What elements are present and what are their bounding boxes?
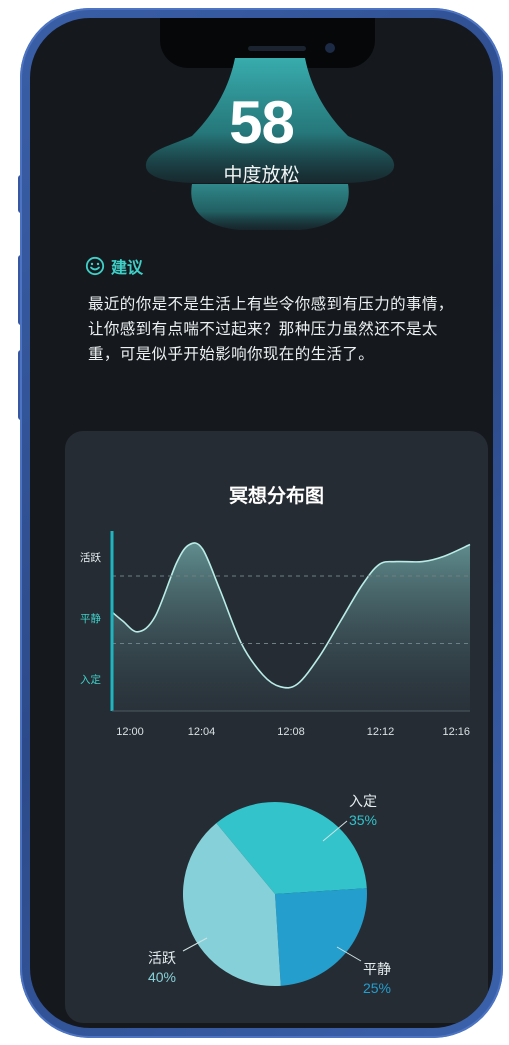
suggestion-title: 建议 <box>111 258 144 277</box>
pie-slice-value: 40% <box>148 969 176 985</box>
y-tick-label: 活跃 <box>80 552 101 564</box>
x-tick-label: 12:04 <box>188 726 216 738</box>
pie-slice-1 <box>275 888 367 986</box>
meditation-area-chart: 活跃平静入定 12:00 12:04 12:08 12:12 12:16 <box>80 531 471 738</box>
suggestion-text: 最近的你是不是生活上有些令你感到有压力的事情，让你感到有点喘不过起来？那种压力虽… <box>88 295 454 363</box>
x-tick-label: 12:12 <box>367 726 395 738</box>
relax-score: 58 <box>229 89 295 156</box>
speaker-grille <box>248 46 306 51</box>
meditation-chart-card: 冥想分布图 活跃 平静 入定 12:00 12:04 12:08 12:12 12:16 入定… <box>65 431 488 1023</box>
meditation-pie-chart: 入定 35% 平静 25% 活跃 40% <box>148 794 391 996</box>
x-tick-label: 12:08 <box>277 726 305 738</box>
pie-slice-value: 25% <box>363 980 391 996</box>
pie-slice-label: 活跃 <box>148 951 176 967</box>
front-camera <box>325 43 335 53</box>
chart-card-title: 冥想分布图 <box>228 485 324 507</box>
pie-slice-label: 入定 <box>349 794 377 810</box>
relax-level-label: 中度放松 <box>223 164 300 186</box>
wave-area-fill <box>112 542 470 711</box>
pie-slice-label: 平静 <box>363 962 391 978</box>
y-tick-label: 入定 <box>80 673 101 686</box>
y-tick-label: 平静 <box>80 612 101 625</box>
app-screen: 58 中度放松 建议 最近的你是不是生活上有些令你感到有压力的事情，让你感到有点… <box>30 18 493 1028</box>
x-tick-label: 12:16 <box>442 726 470 738</box>
pie-slice-value: 35% <box>349 812 377 828</box>
smile-icon <box>85 256 105 276</box>
suggestion-header: 建议 <box>85 254 143 278</box>
x-tick-label: 12:00 <box>116 726 144 738</box>
